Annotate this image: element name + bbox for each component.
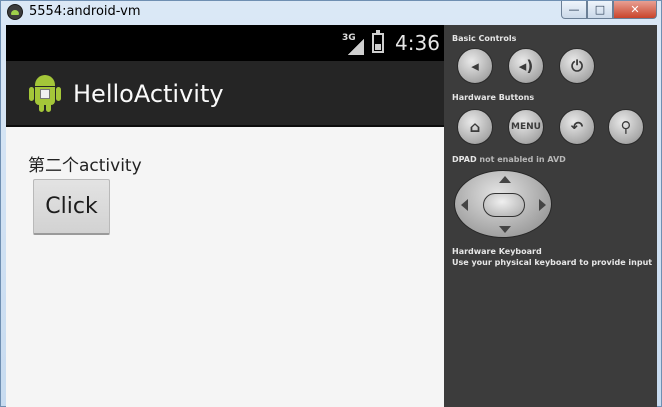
dpad-note: not enabled in AVD [476,155,566,164]
back-glyph: ↶ [570,118,584,136]
dpad-up-icon[interactable] [499,176,511,183]
title-bar[interactable]: 5554:android-vm — □ ✕ [1,1,661,25]
volume-up-icon[interactable]: ◂) [508,48,544,84]
search-glyph: ⚲ [620,118,632,136]
window-title: 5554:android-vm [29,4,141,19]
volume-up-glyph: ◂) [518,57,534,75]
back-icon[interactable]: ↶ [559,109,595,145]
click-button[interactable]: Click [33,179,110,235]
home-icon[interactable]: ⌂ [457,109,493,145]
signal-icon: 3G [342,33,366,55]
app-title: HelloActivity [73,80,224,108]
status-time: 4:36 [395,31,440,55]
battery-icon [372,30,384,53]
hardware-buttons-label: Hardware Buttons [452,93,535,102]
menu-button[interactable]: MENU [508,109,544,145]
hardware-keyboard-note: Use your physical keyboard to provide in… [452,258,653,267]
search-icon[interactable]: ⚲ [608,109,644,145]
dpad-label: DPAD not enabled in AVD [452,155,566,164]
activity-text: 第二个activity [28,156,142,176]
volume-down-icon[interactable]: ◂ [457,48,493,84]
dpad-left-icon[interactable] [461,199,468,211]
dpad-title: DPAD [452,155,477,164]
emulator-window: 5554:android-vm — □ ✕ 3G 4:36 HelloActiv… [0,0,662,407]
device-screen[interactable]: 3G 4:36 HelloActivity 第二个activity Click [6,25,444,407]
hardware-keyboard-label: Hardware Keyboard [452,247,542,256]
power-icon[interactable]: ⏻ [559,48,595,84]
close-button[interactable]: ✕ [613,1,657,19]
menu-label: MENU [511,122,541,132]
signal-bars-icon [348,39,364,55]
dpad-control[interactable] [454,170,552,238]
volume-down-glyph: ◂ [471,57,479,75]
basic-controls-label: Basic Controls [452,34,517,43]
window-controls: — □ ✕ [561,1,657,19]
dpad-center-button[interactable] [483,193,525,217]
dpad-down-icon[interactable] [499,226,511,233]
status-bar: 3G 4:36 [6,25,444,61]
action-bar: HelloActivity [6,61,444,127]
android-vm-icon [7,4,23,20]
android-app-icon [28,75,62,113]
controls-panel: Basic Controls ◂ ◂) ⏻ Hardware Buttons ⌂… [444,25,657,407]
home-glyph: ⌂ [469,118,481,136]
power-glyph: ⏻ [571,57,583,75]
minimize-button[interactable]: — [561,1,587,19]
maximize-button[interactable]: □ [587,1,613,19]
dpad-right-icon[interactable] [539,199,546,211]
